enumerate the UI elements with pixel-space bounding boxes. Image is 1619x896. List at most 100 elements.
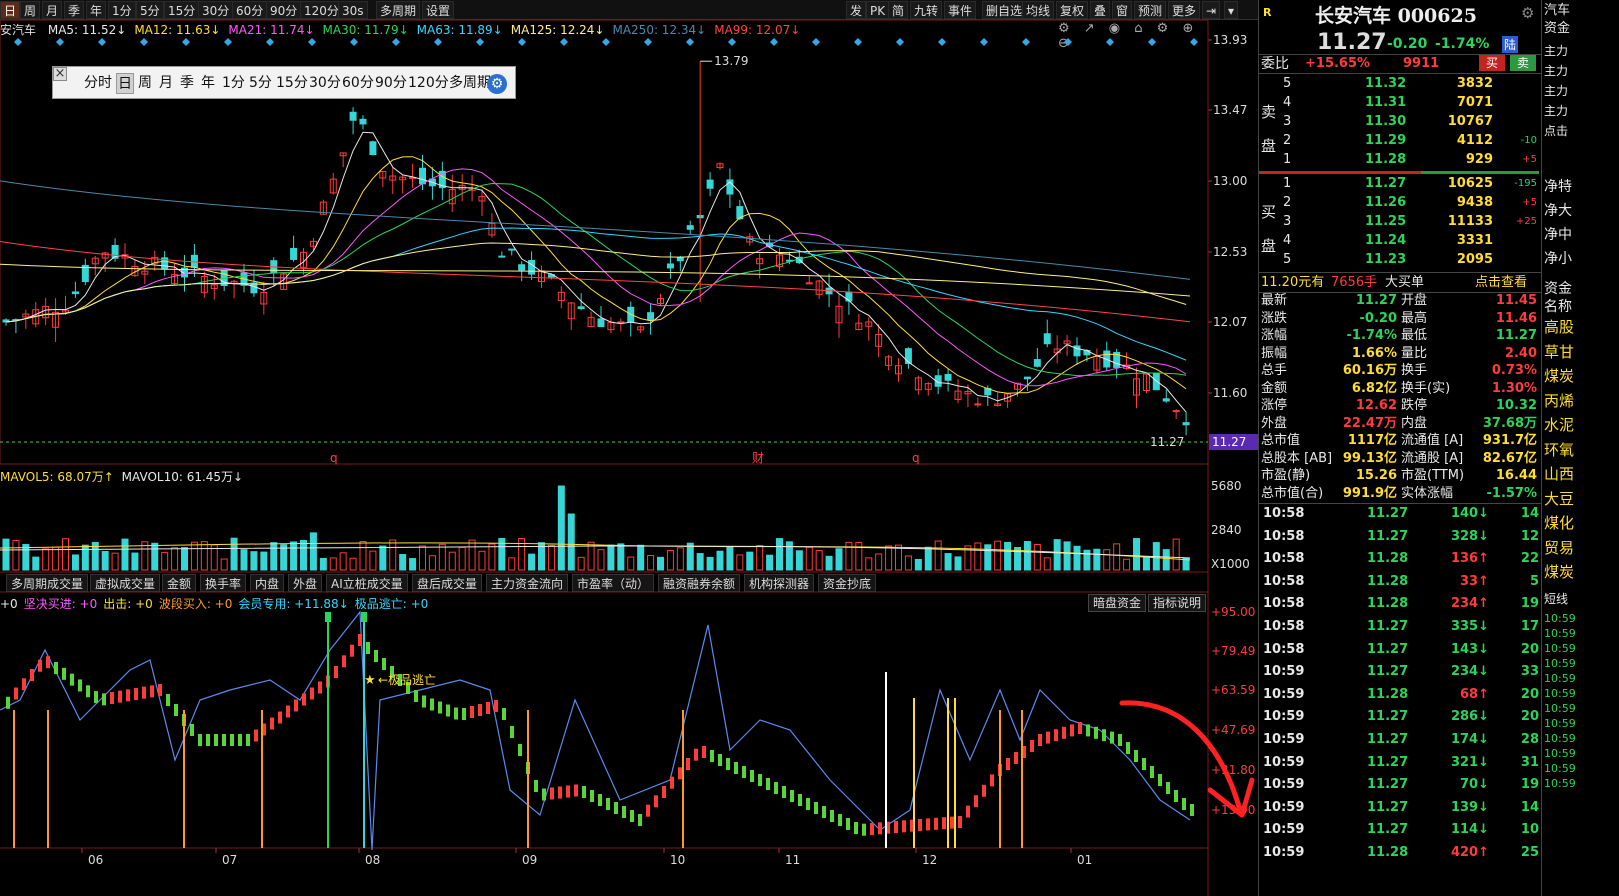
popup-period-option[interactable]: 分时 <box>83 73 113 94</box>
indicator-tab[interactable]: 融资融券余额 <box>658 574 741 592</box>
sector-item[interactable]: 环氧 <box>1544 441 1574 459</box>
popup-period-option[interactable]: 年 <box>200 73 216 94</box>
mavol10-line <box>0 545 1191 559</box>
indicator-bar <box>1014 752 1018 764</box>
diamond-marker <box>644 38 652 46</box>
ask-level: 2 <box>1283 133 1292 148</box>
ask-price: 11.32 <box>1365 76 1407 91</box>
indicator-legend-item: 坚决买进: +0 <box>23 597 98 611</box>
indicator-help-button[interactable]: 指标说明 <box>1148 594 1207 612</box>
sector-item[interactable]: 贸易 <box>1544 539 1574 557</box>
indicator-tab[interactable]: 虚拟成交量 <box>90 574 161 592</box>
volume-bar <box>805 546 813 571</box>
tick-volume: 143↓ <box>1450 641 1489 657</box>
indicator-bar <box>726 758 730 770</box>
gear-icon[interactable]: ⚙ <box>487 74 507 94</box>
sector-item[interactable]: 山西 <box>1544 465 1574 483</box>
popup-period-option[interactable]: 120分 <box>407 73 450 94</box>
indicator-bar <box>238 734 242 746</box>
popup-period-option[interactable]: 周 <box>137 73 153 94</box>
sector-item[interactable]: 高股 <box>1544 318 1574 336</box>
last-price-tag: 11.27 <box>1150 435 1184 449</box>
ask-label: 卖盘 <box>1261 103 1277 155</box>
tick-price: 11.27 <box>1367 619 1409 634</box>
tick-count: 33 <box>1520 664 1539 680</box>
date-label: 08 <box>365 853 380 867</box>
indicator-tab[interactable]: 资金抄底 <box>818 574 877 592</box>
sector-item[interactable]: 煤炭 <box>1544 367 1574 385</box>
popup-period-option[interactable]: 15分 <box>275 73 309 94</box>
bid-bar <box>1421 171 1539 174</box>
indicator-bar <box>414 690 418 702</box>
stat-value: 10.32 <box>1495 398 1537 413</box>
popup-period-option[interactable]: 多周期 <box>448 73 492 94</box>
volume-bar <box>627 556 635 571</box>
indicator-tab[interactable]: AI立桩成交量 <box>326 574 408 592</box>
dark-pool-button[interactable]: 暗盘资金 <box>1088 594 1147 612</box>
indicator-bar <box>758 774 762 786</box>
candle-body <box>518 264 526 271</box>
indicator-tab[interactable]: 主力资金流向 <box>486 574 569 592</box>
fund-header: 资金 <box>1544 21 1571 36</box>
tick-time: 10:58 <box>1263 619 1305 634</box>
stat-label: 涨幅 <box>1261 328 1288 343</box>
volume-bar <box>875 553 883 571</box>
volume-bar <box>1093 548 1101 571</box>
volume-bar <box>349 557 357 571</box>
popup-period-option[interactable]: 90分 <box>374 73 408 94</box>
indicator-bar <box>862 823 866 836</box>
indicator-bar <box>638 814 642 826</box>
bid-level: 4 <box>1283 233 1292 248</box>
popup-period-option[interactable]: 5分 <box>248 73 273 94</box>
sector-item[interactable]: 水泥 <box>1544 416 1574 434</box>
volume-bar <box>488 543 496 571</box>
popup-period-option[interactable]: 1分 <box>221 73 246 94</box>
indicator-tab[interactable]: 盘后成交量 <box>412 574 483 592</box>
volume-bar <box>904 555 912 571</box>
volume-bar <box>42 548 50 571</box>
bid-volume: 3331 <box>1456 233 1493 248</box>
indicator-tab[interactable]: 金额 <box>162 574 197 592</box>
stock-title: 长安汽车 000625 <box>1315 5 1477 27</box>
indicator-bar <box>1006 758 1010 770</box>
sell-button[interactable]: 卖 <box>1510 55 1536 71</box>
popup-period-option[interactable]: 60分 <box>341 73 375 94</box>
indicator-bar <box>94 691 98 704</box>
sector-item[interactable]: 草甘 <box>1544 343 1574 361</box>
indicator-bar <box>6 696 10 709</box>
indicator-bar <box>702 746 706 758</box>
ask-price: 11.30 <box>1365 114 1407 129</box>
divider <box>1259 73 1542 74</box>
indicator-bar <box>246 734 250 746</box>
popup-period-option[interactable]: 月 <box>158 73 174 94</box>
diamond-marker <box>1106 38 1114 46</box>
tick-count: 19 <box>1520 596 1539 612</box>
gear-icon[interactable]: ⚙ <box>1521 4 1534 22</box>
sector-item[interactable]: 煤化 <box>1544 514 1574 532</box>
diamond-marker <box>980 38 988 46</box>
sector-item[interactable]: 大豆 <box>1544 490 1574 508</box>
sector-item[interactable]: 丙烯 <box>1544 392 1574 410</box>
candle-body <box>349 111 357 121</box>
indicator-tab[interactable]: 内盘 <box>250 574 285 592</box>
diamond-marker <box>1022 38 1030 46</box>
big-order-link[interactable]: 点击查看 <box>1475 274 1527 292</box>
popup-period-option[interactable]: 季 <box>179 73 195 94</box>
ask-price: 11.31 <box>1365 95 1407 110</box>
star-icon: ★ <box>364 673 376 688</box>
close-icon[interactable]: × <box>53 67 67 81</box>
indicator-bar <box>686 758 690 770</box>
candle-body <box>508 248 516 251</box>
indicator-tab[interactable]: 市盈率（动） <box>572 574 655 592</box>
volume-bar <box>131 552 139 571</box>
sector-item[interactable]: 煤炭 <box>1544 563 1574 581</box>
buy-button[interactable]: 买 <box>1479 55 1505 71</box>
popup-period-option[interactable]: 日 <box>116 73 134 94</box>
indicator-tab[interactable]: 外盘 <box>288 574 323 592</box>
indicator-tab[interactable]: 换手率 <box>200 574 247 592</box>
popup-period-option[interactable]: 30分 <box>308 73 342 94</box>
indicator-tab[interactable]: 机构探测器 <box>744 574 815 592</box>
volume-bar <box>746 551 754 571</box>
indicator-tab[interactable]: 多周期成交量 <box>6 574 89 592</box>
indicator-bar <box>542 788 546 801</box>
